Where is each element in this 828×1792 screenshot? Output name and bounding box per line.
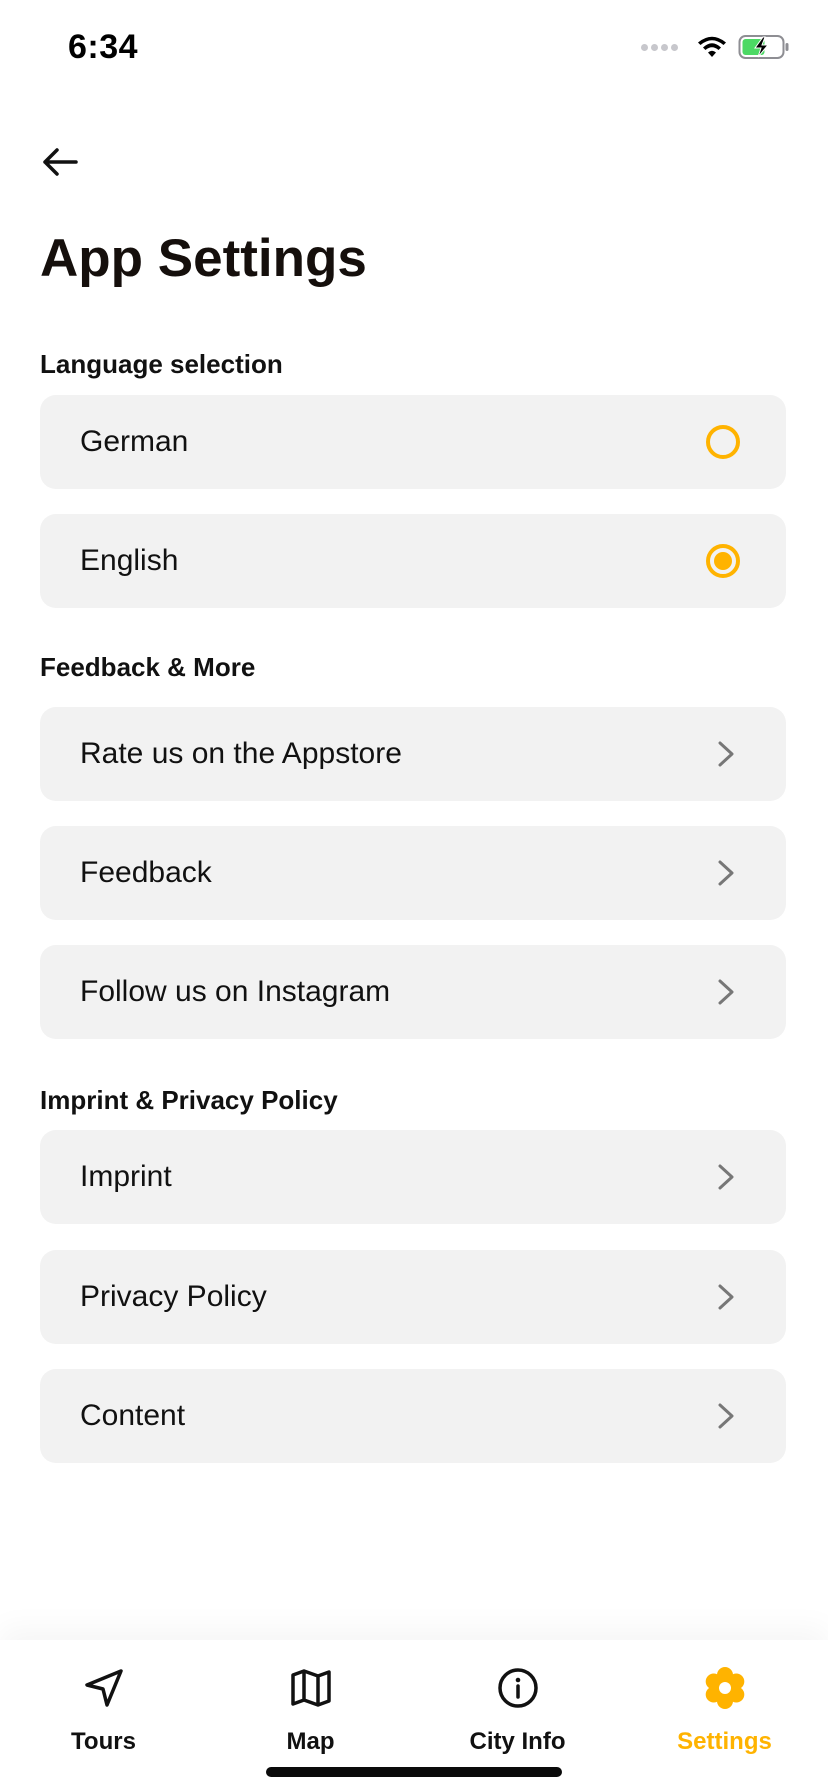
battery-charging-icon [738,35,789,59]
home-indicator [266,1767,562,1777]
back-button[interactable] [36,138,84,186]
arrow-left-icon [43,148,78,176]
section-title-legal: Imprint & Privacy Policy [40,1085,338,1115]
status-time: 6:34 [68,28,139,66]
language-option-label: English [80,544,179,577]
row-label: Follow us on Instagram [80,975,391,1008]
chevron-right-icon [712,740,740,768]
tab-city-info[interactable]: City Info [414,1664,621,1774]
radio-unselected-icon[interactable] [706,425,740,459]
tab-label: Tours [71,1728,136,1755]
status-bar: 6:34 [0,0,828,100]
row-label: Imprint [80,1160,172,1193]
chevron-right-icon [712,1163,740,1191]
status-icons [641,34,790,60]
gear-icon [701,1664,749,1712]
chevron-right-icon [712,1283,740,1311]
section-title-feedback: Feedback & More [40,652,256,682]
chevron-right-icon [712,859,740,887]
language-option-english[interactable]: English [40,514,786,608]
privacy-policy-row[interactable]: Privacy Policy [40,1250,786,1344]
tab-tours[interactable]: Tours [0,1664,207,1774]
wifi-icon [698,36,726,57]
section-title-language: Language selection [40,349,283,379]
row-label: Content [80,1399,186,1432]
row-label: Privacy Policy [80,1280,267,1313]
map-icon [287,1664,335,1712]
language-option-label: German [80,425,189,458]
tab-label: Settings [677,1728,772,1755]
tab-label: City Info [469,1728,566,1755]
chevron-right-icon [712,1402,740,1430]
content-row[interactable]: Content [40,1369,786,1463]
language-option-german[interactable]: German [40,395,786,489]
chevron-right-icon [712,978,740,1006]
radio-selected-icon[interactable] [706,544,740,578]
tab-settings[interactable]: Settings [621,1664,828,1774]
info-icon [494,1664,542,1712]
page-title: App Settings [40,229,367,288]
instagram-row[interactable]: Follow us on Instagram [40,945,786,1039]
tab-map[interactable]: Map [207,1664,414,1774]
imprint-row[interactable]: Imprint [40,1130,786,1224]
row-label: Feedback [80,856,212,889]
feedback-row[interactable]: Feedback [40,826,786,920]
cellular-signal-icon [641,43,678,51]
navigation-arrow-icon [80,1664,128,1712]
row-label: Rate us on the Appstore [80,737,402,770]
rate-appstore-row[interactable]: Rate us on the Appstore [40,707,786,801]
tab-label: Map [286,1728,335,1755]
